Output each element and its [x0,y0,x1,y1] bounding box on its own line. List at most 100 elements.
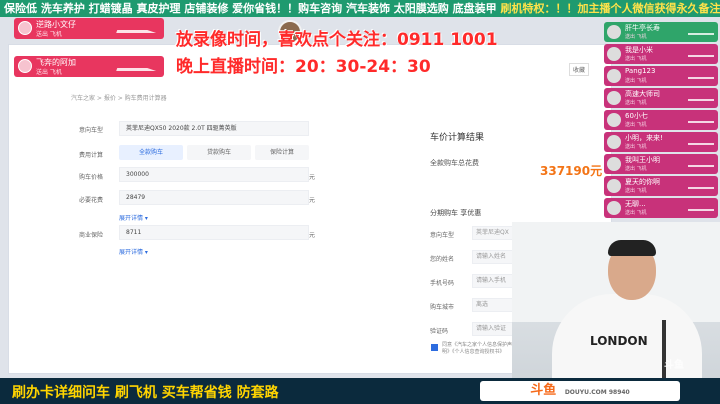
price-unit: 元 [309,174,316,181]
required-unit: 元 [309,197,316,204]
right-gift-item: Pang123 送出 飞机 [604,66,718,86]
banner-slogan: 刷办卡详细问车 刷飞机 买车帮省钱 防套路 [12,385,279,401]
gift-user: 肝牛亭长寿 [625,24,660,32]
right-gift-item: 我叫王小明送出 飞机 [604,154,718,174]
avatar [607,113,621,127]
schedule-notice-1: 放录像时间，喜欢点个关注：0911 1001 [176,30,498,50]
right-gift-panel: 肝牛亭长寿 送出 飞机 我是小米 送出 飞机 Pang123 送出 飞机 高速大师司送… [600,18,720,224]
collect-button[interactable]: 收藏 [569,63,590,76]
right-gift-item: 肝牛亭长寿送出 飞机 [604,22,718,42]
ticker-text: 保险低 洗车养护 打蜡镀晶 真皮护理 店铺装修 爱你省钱！！购车咨询 汽车装饰 … [4,2,501,15]
right-gift-item: 小明，来来! 送出 飞机 [604,132,718,152]
gift-action: 送出 飞机 [625,166,647,172]
right-gift-item: 高速大师司送出 飞机 [604,88,718,108]
insurance-unit: 元 [309,232,316,239]
plane-icon [688,95,714,101]
gift-action: 送出 飞机 [36,69,62,76]
plane-icon [688,139,714,145]
plane-icon [688,73,714,79]
breadcrumb: 汽车之家 > 报价 > 购车费用计算器 [71,95,167,102]
webcam-feed: LONDON 斗鱼 [512,222,720,380]
stream-screen: 保险低 洗车养护 打蜡镀晶 真皮护理 店铺装修 爱你省钱！！购车咨询 汽车装饰 … [0,0,720,404]
agree-checkbox[interactable] [431,344,438,351]
right-gift-item: 无聊... 送出 飞机 [604,198,718,218]
gift-action: 送出 飞机 [625,56,647,62]
gift-action: 送出 飞机 [625,78,647,84]
stage-row-city-label: 购车城市 [430,304,455,311]
right-gift-item: 夏天的你啊送出 飞机 [604,176,718,196]
douyu-logo-sub: DOUYU.COM 98940 [564,389,630,396]
gift-action: 送出 飞机 [625,144,647,150]
result-title: 车价计算结果 [430,133,485,143]
price-label: 购车价格 [79,174,104,181]
plane-icon [116,23,160,33]
avatar [607,69,621,83]
gift-action: 送出 飞机 [625,188,647,194]
result-total-label: 全款购车总花费 [430,159,479,167]
car-select[interactable]: 英菲尼迪QX50 2020款 2.0T 四驱菁英版 [119,121,309,136]
schedule-notice-2: 晚上直播时间：20：30-24：30 [176,57,431,77]
insurance-input[interactable]: 8711 [119,225,309,240]
gift-user: 我叫王小明 [625,156,660,164]
right-gift-item: 我是小米 送出 飞机 [604,44,718,64]
tab-insurance[interactable]: 保险计算 [255,145,309,160]
gift-notice-1: 逆路小文仔 送出 飞机 [14,18,164,39]
gift-user: 60小七 [625,112,648,120]
avatar [607,157,621,171]
price-input[interactable]: 300000 [119,167,309,182]
tab-full-payment[interactable]: 全款购车 [119,145,183,160]
gift-action: 送出 飞机 [625,34,647,40]
insurance-label: 商业保险 [79,232,104,239]
right-gift-item: 60小七送出 飞机 [604,110,718,130]
gift-user: 高速大师司 [625,90,660,98]
car-label: 意向车型 [79,127,104,134]
gift-user: 无聊... [625,200,646,208]
stage-row-phone-label: 手机号码 [430,280,455,287]
avatar [18,21,32,35]
gift-action: 送出 飞机 [625,100,647,106]
gift-user: 我是小米 [625,46,653,54]
gift-action: 送出 飞机 [625,210,647,216]
expand-required-link[interactable]: 展开详情 ▾ [119,213,148,222]
gift-action: 送出 飞机 [625,122,647,128]
gift-user: 夏天的你啊 [625,178,660,186]
microphone-stand [662,320,666,380]
plane-icon [688,161,714,167]
bottom-banner: 刷办卡详细问车 刷飞机 买车帮省钱 防套路 斗鱼 DOUYU.COM 98940 [0,378,720,404]
douyu-logo-text: 斗鱼 [530,383,557,398]
avatar [607,201,621,215]
agree-text: 同意《汽车之家个人信息保护声明》《个人信息查询授权书》 [442,342,513,355]
plane-icon [688,183,714,189]
avatar [607,135,621,149]
top-ticker: 保险低 洗车养护 打蜡镀晶 真皮护理 店铺装修 爱你省钱！！购车咨询 汽车装饰 … [0,0,720,17]
expand-insurance-link[interactable]: 展开详情 ▾ [119,247,148,256]
ticker-highlight: 刷机特权：！！加主播个人微信获得永久备注 [500,2,720,15]
required-label: 必要花费 [79,197,104,204]
douyu-watermark: 斗鱼 [664,360,684,371]
shirt-print: LONDON [590,334,648,348]
gift-user: Pang123 [625,67,656,75]
avatar [607,25,621,39]
tab-loan[interactable]: 贷款购车 [187,145,251,160]
avatar [607,47,621,61]
stage-row-car-label: 意向车型 [430,232,455,239]
avatar [607,91,621,105]
douyu-logo: 斗鱼 DOUYU.COM 98940 [480,381,680,401]
plane-icon [688,117,714,123]
mode-label: 费用计算 [79,152,104,159]
avatar [18,59,32,73]
result-total-value: 337190元 [540,164,603,178]
gift-action: 送出 飞机 [36,31,62,38]
plane-icon [116,61,160,71]
stage-row-code-label: 验证码 [430,328,449,335]
stage-title: 分期购车 享优惠 [430,209,482,217]
streamer-hair [608,240,656,256]
plane-icon [688,51,714,57]
gift-user: 小明，来来! [625,134,663,142]
avatar [607,179,621,193]
plane-icon [688,205,714,211]
gift-notice-2: 飞奔的阿加 送出 飞机 [14,56,164,77]
required-input[interactable]: 28479 [119,190,309,205]
plane-icon [688,29,714,35]
stage-row-name-label: 您的姓名 [430,256,455,263]
